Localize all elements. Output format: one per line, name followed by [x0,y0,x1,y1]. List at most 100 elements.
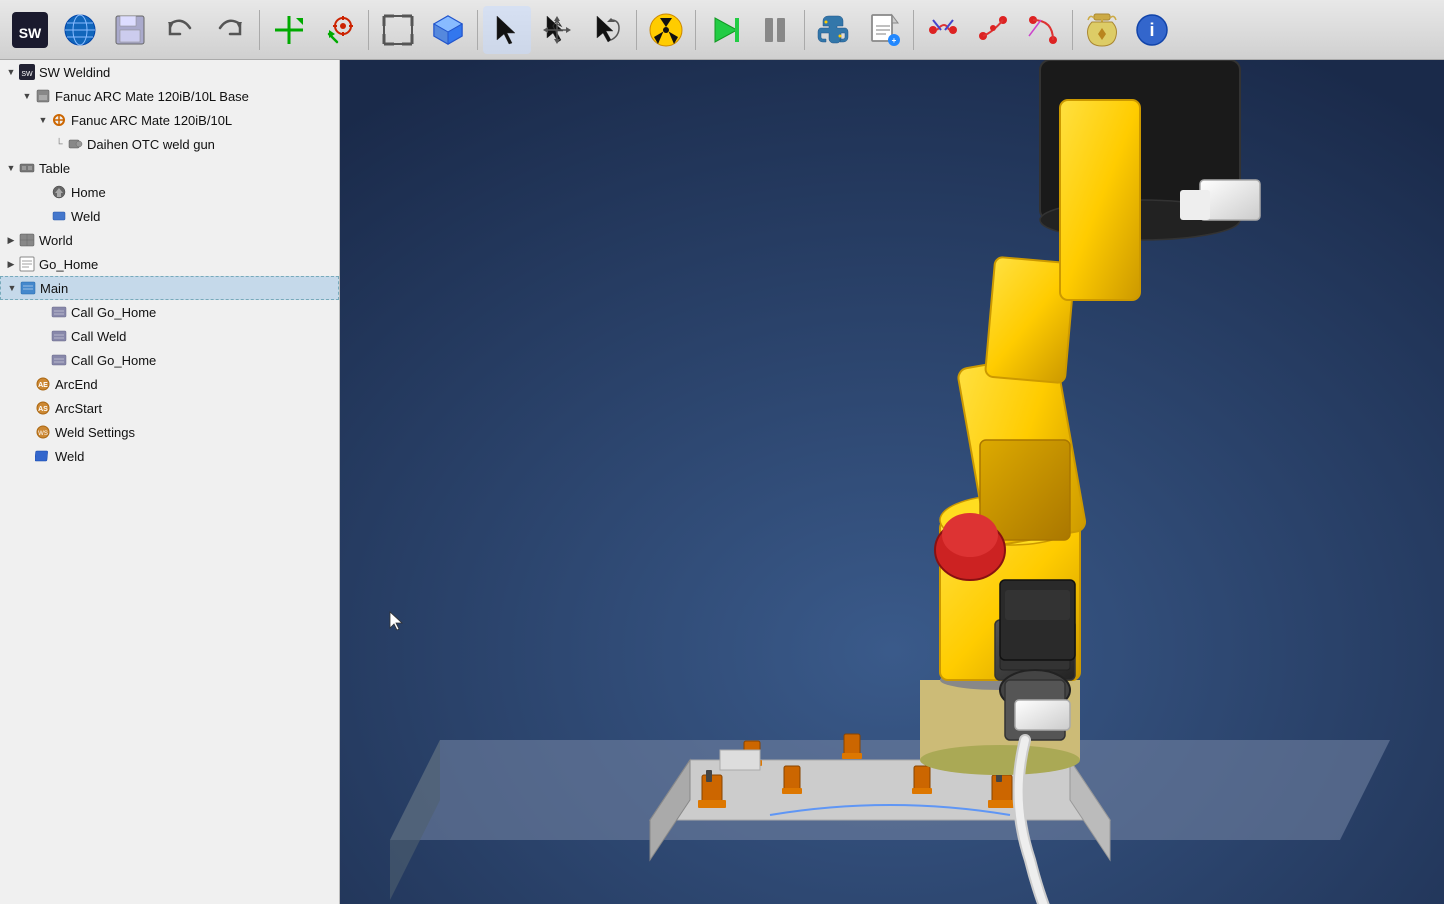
tree-icon-call-go-home-1 [50,303,68,321]
save-button[interactable] [106,6,154,54]
tree-label-world: World [39,233,73,248]
tree-arrow-call-go-home-2 [36,353,50,367]
svg-text:i: i [1149,20,1154,40]
svg-text:SW: SW [19,25,42,41]
tree-item-call-go-home-2[interactable]: Call Go_Home [0,348,339,372]
tree-icon-world [18,231,36,249]
separator-1 [259,10,260,50]
tree-icon-fanuc-arm [50,111,68,129]
toolbar: SW [0,0,1444,60]
tree-label-call-weld: Call Weld [71,329,126,344]
tree-item-table[interactable]: Table [0,156,339,180]
tree-icon-arc-end: AE [34,375,52,393]
select-rotate-button[interactable] [583,6,631,54]
tree-icon-go-home [18,255,36,273]
svg-text:AE: AE [38,382,48,389]
scene-svg [340,60,1444,904]
tree-label-weld-gun: Daihen OTC weld gun [87,137,215,152]
undo-button[interactable] [156,6,204,54]
path1-button[interactable] [919,6,967,54]
tree-label-call-go-home-2: Call Go_Home [71,353,156,368]
view-cube-button[interactable] [424,6,472,54]
tree-label-call-go-home-1: Call Go_Home [71,305,156,320]
document-button[interactable]: + [860,6,908,54]
radiation-button[interactable] [642,6,690,54]
tree-arrow-call-go-home-1 [36,305,50,319]
open-file-button[interactable] [56,6,104,54]
select-button[interactable] [483,6,531,54]
tree-arrow-fanuc-arm [36,113,50,127]
tree-label-weld-pos: Weld [71,209,100,224]
tree-item-home[interactable]: Home [0,180,339,204]
tree-label-weld-settings: Weld Settings [55,425,135,440]
tree-label-weld-prog: Weld [55,449,84,464]
select-move-button[interactable] [533,6,581,54]
tree-label-fanuc-arm: Fanuc ARC Mate 120iB/10L [71,113,232,128]
pause-button[interactable] [751,6,799,54]
add-position-button[interactable] [265,6,313,54]
svg-text:WS: WS [38,431,48,437]
tree-icon-weld-settings: WS [34,423,52,441]
svg-text:AS: AS [38,406,48,413]
timer-button[interactable] [1078,6,1126,54]
tree-label-arc-start: ArcStart [55,401,102,416]
tree-item-go-home[interactable]: Go_Home [0,252,339,276]
tree-icon-call-weld [50,327,68,345]
tree-arrow-main [5,281,19,295]
tree-label-arc-end: ArcEnd [55,377,98,392]
fit-all-button[interactable] [374,6,422,54]
tree-arrow-weld-pos [36,209,50,223]
tree-arrow-fanuc-base [20,89,34,103]
tree-item-fanuc-base[interactable]: Fanuc ARC Mate 120iB/10L Base [0,84,339,108]
separator-3 [477,10,478,50]
tree-arrow-home [36,185,50,199]
tree-arrow-sw-weldind [4,65,18,79]
tree-item-weld-pos[interactable]: Weld [0,204,339,228]
tree-icon-main [19,279,37,297]
play-button[interactable] [701,6,749,54]
tree-label-table: Table [39,161,70,176]
add-target-button[interactable] [315,6,363,54]
tree-icon-weld-pos [50,207,68,225]
tree-arrow-weld-prog [20,449,34,463]
tree-icon-sw-weldind: SW [18,63,36,81]
tree-item-call-weld[interactable]: Call Weld [0,324,339,348]
tree-item-sw-weldind[interactable]: SW SW Weldind [0,60,339,84]
app-logo-button[interactable]: SW [6,6,54,54]
tree-icon-fanuc-base [34,87,52,105]
tree-icon-home [50,183,68,201]
tree-label-main: Main [40,281,68,296]
separator-6 [804,10,805,50]
tree-label-home: Home [71,185,106,200]
tree-icon-weld-gun [66,135,84,153]
tree-label-go-home: Go_Home [39,257,98,272]
tree-arrow-go-home [4,257,18,271]
tree-label-fanuc-base: Fanuc ARC Mate 120iB/10L Base [55,89,249,104]
tree-item-fanuc-arm[interactable]: Fanuc ARC Mate 120iB/10L [0,108,339,132]
separator-7 [913,10,914,50]
tree-item-arc-start[interactable]: AS ArcStart [0,396,339,420]
path2-button[interactable] [969,6,1017,54]
python-button[interactable] [810,6,858,54]
tree-arrow-call-weld [36,329,50,343]
info-button[interactable]: i [1128,6,1176,54]
tree-item-weld-prog[interactable]: Weld [0,444,339,468]
tree-arrow-weld-settings [20,425,34,439]
tree-icon-arc-start: AS [34,399,52,417]
svg-text:+: + [892,36,897,45]
redo-button[interactable] [206,6,254,54]
tree-item-weld-gun[interactable]: └ Daihen OTC weld gun [0,132,339,156]
tree-item-call-go-home-1[interactable]: Call Go_Home [0,300,339,324]
tree-arrow-world [4,233,18,247]
3d-viewport[interactable] [340,60,1444,904]
tree-icon-weld-prog [34,447,52,465]
path3-button[interactable] [1019,6,1067,54]
main-area: SW SW Weldind Fanuc ARC Mate 120iB/10L B… [0,60,1444,904]
tree-item-world[interactable]: World [0,228,339,252]
tree-item-weld-settings[interactable]: WS Weld Settings [0,420,339,444]
separator-4 [636,10,637,50]
tree-arrow-arc-start [20,401,34,415]
svg-text:SW: SW [21,71,33,78]
tree-item-main[interactable]: Main [0,276,339,300]
tree-item-arc-end[interactable]: AE ArcEnd [0,372,339,396]
